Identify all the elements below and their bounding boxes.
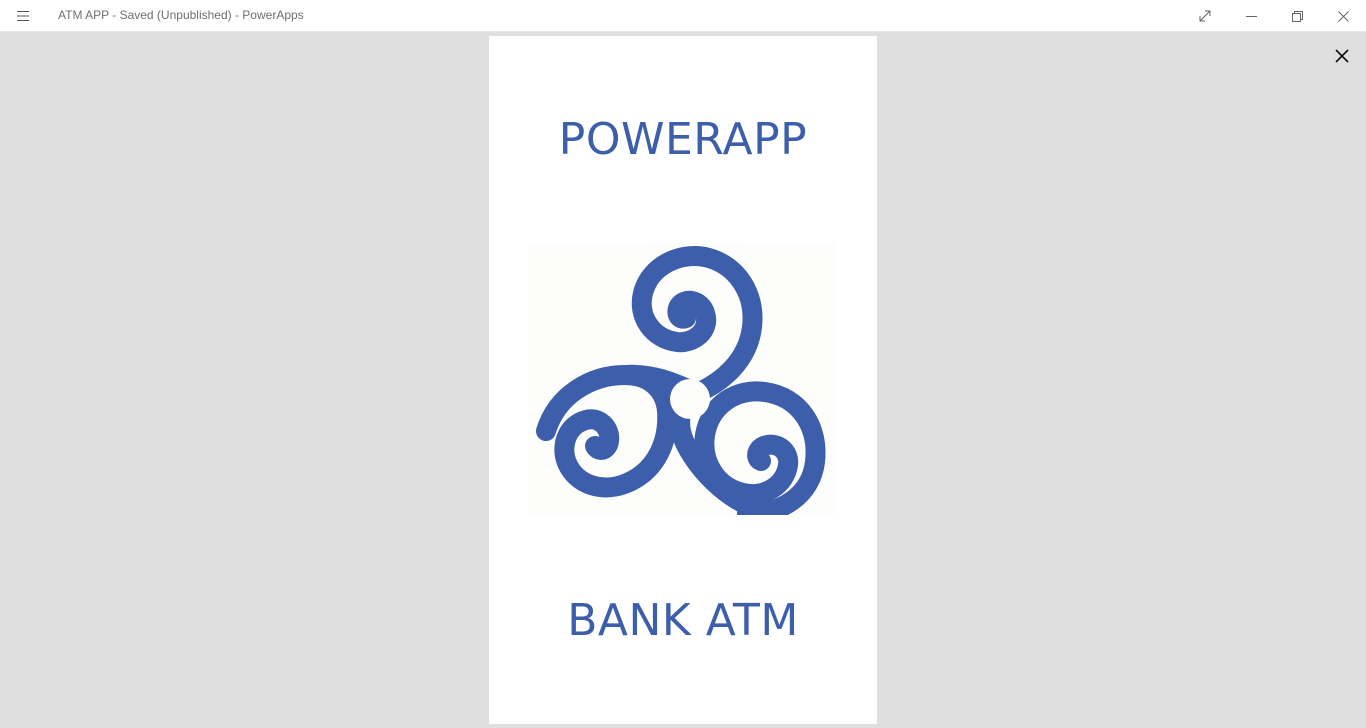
minimize-icon: [1245, 15, 1257, 17]
close-window-button[interactable]: [1320, 0, 1366, 32]
restore-button[interactable]: [1274, 0, 1320, 32]
window-title: ATM APP - Saved (Unpublished) - PowerApp…: [58, 8, 304, 22]
close-icon: [1335, 49, 1349, 63]
close-icon: [1337, 10, 1349, 22]
minimize-button[interactable]: [1228, 0, 1274, 32]
app-subtitle: BANK ATM: [567, 595, 799, 646]
restore-icon: [1291, 10, 1303, 22]
expand-icon: [1199, 10, 1211, 22]
title-bar: ATM APP - Saved (Unpublished) - PowerApp…: [0, 0, 1366, 32]
expand-button[interactable]: [1182, 0, 1228, 32]
app-screen: POWERAPP BANK ATM: [489, 36, 877, 724]
app-title: POWERAPP: [558, 114, 808, 165]
hamburger-menu-icon[interactable]: [12, 6, 34, 26]
triskelion-logo-icon: [529, 243, 835, 524]
close-preview-button[interactable]: [1328, 42, 1356, 70]
